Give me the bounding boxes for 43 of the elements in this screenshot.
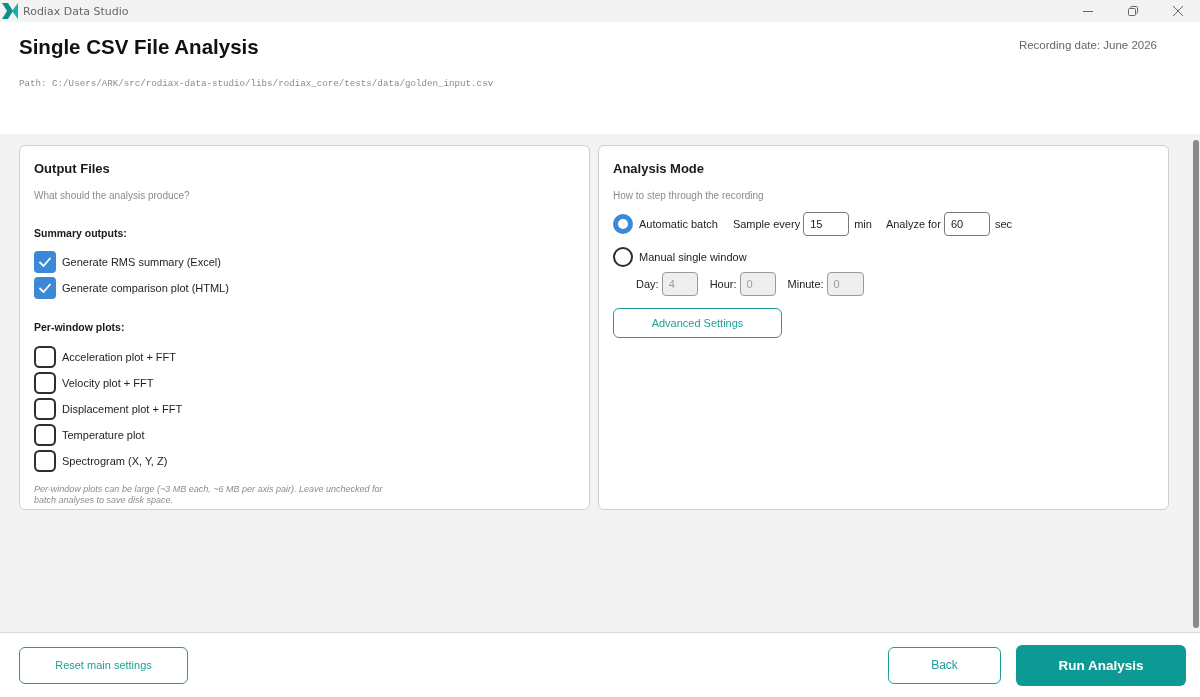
field-label: Analyze for: [885, 218, 941, 230]
window-title: Rodiax Data Studio: [23, 4, 129, 18]
checkbox-label[interactable]: Spectrogram (X, Y, Z): [62, 455, 168, 467]
radio-button[interactable]: [613, 214, 633, 234]
radio-label[interactable]: Automatic batch: [639, 218, 718, 230]
group-heading: Summary outputs:: [34, 226, 127, 240]
radio-button[interactable]: [613, 247, 633, 267]
field-label: Minute:: [787, 278, 824, 290]
close-icon: [1172, 6, 1183, 16]
input-field[interactable]: 15: [803, 212, 850, 236]
field-label: Sample every: [732, 218, 801, 230]
checkbox[interactable]: [34, 424, 56, 446]
note-text: Per-window plots can be large (~3 MB each, ~6 MB per axis pair). Leave unchecked for batch analyses to save disk space.: [34, 484, 384, 505]
restore-icon: [1127, 6, 1138, 16]
file-path: Path: C:/Users/ARK/src/rodiax-data-studio/libs/rodiax_core/tests/data/golden_input.csv: [19, 78, 494, 90]
field-label: Hour:: [709, 278, 737, 290]
group-heading: Per-window plots:: [34, 320, 125, 334]
unit-label: min: [854, 218, 872, 230]
minimize-icon: [1082, 10, 1093, 12]
recording-date: Recording date: June 2026: [1018, 38, 1157, 52]
checkbox[interactable]: [34, 277, 56, 299]
checkbox[interactable]: [34, 398, 56, 420]
checkbox-label[interactable]: Acceleration plot + FFT: [62, 351, 177, 363]
checkbox[interactable]: [34, 346, 56, 368]
logo-icon: [2, 3, 18, 19]
panel-title: Analysis Mode: [613, 160, 705, 178]
panel-subtitle: What should the analysis produce?: [34, 189, 190, 203]
scrollbar-thumb[interactable]: [1193, 140, 1199, 628]
panel-title: Output Files: [34, 160, 110, 178]
checkbox[interactable]: [34, 372, 56, 394]
radio-label[interactable]: Manual single window: [639, 251, 747, 263]
checkbox[interactable]: [34, 450, 56, 472]
checkbox-label[interactable]: Generate comparison plot (HTML): [62, 282, 229, 294]
checkbox-label[interactable]: Velocity plot + FFT: [62, 377, 154, 389]
checkbox[interactable]: [34, 251, 56, 273]
checkbox-label[interactable]: Temperature plot: [62, 429, 145, 441]
panel-subtitle: How to step through the recording: [613, 189, 764, 203]
checkbox-label[interactable]: Generate RMS summary (Excel): [62, 256, 221, 268]
field-label: Day:: [636, 278, 659, 290]
unit-label: sec: [994, 218, 1013, 230]
input-field[interactable]: 60: [943, 212, 990, 236]
page-title: Single CSV File Analysis: [19, 35, 259, 59]
checkbox-label[interactable]: Displacement plot + FFT: [62, 403, 183, 415]
